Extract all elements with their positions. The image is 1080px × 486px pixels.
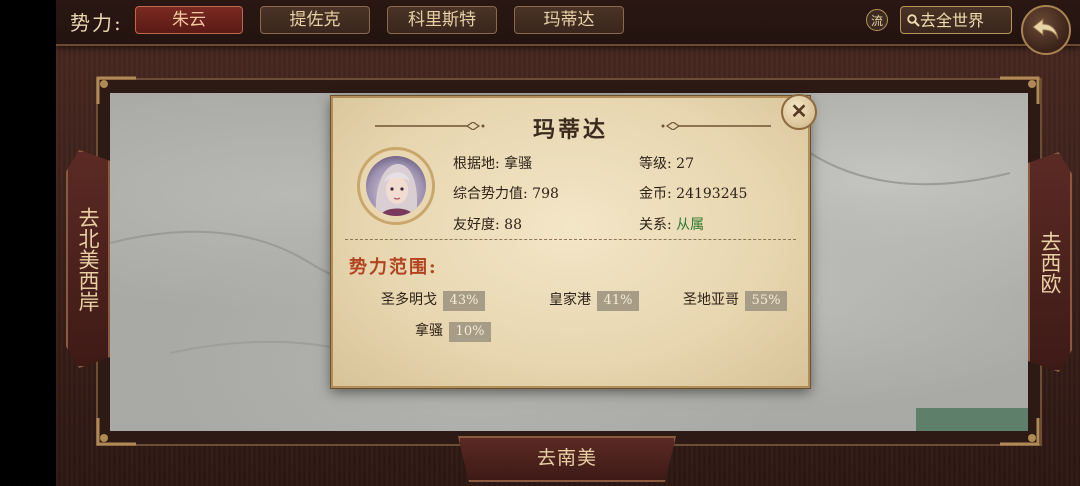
- region-item: 圣多明戈 43%: [381, 289, 485, 311]
- search-icon: [907, 8, 920, 35]
- friendship-label: 友好度:: [453, 217, 500, 233]
- level-value: 27: [676, 156, 694, 172]
- corner-ornament-tl: [96, 76, 136, 104]
- faction-label: 势力:: [70, 11, 123, 35]
- friendship-value: 88: [504, 217, 522, 233]
- gold-row: 金币: 24193245: [639, 183, 747, 203]
- level-label: 等级:: [639, 156, 672, 172]
- level-row: 等级: 27: [639, 153, 694, 173]
- go-west-europe-button[interactable]: 去西欧: [1028, 152, 1072, 372]
- region-name: 圣多明戈: [381, 292, 437, 308]
- region-item: 圣地亚哥 55%: [683, 289, 787, 311]
- close-icon: ✕: [790, 99, 808, 123]
- region-name: 圣地亚哥: [683, 292, 739, 308]
- back-button[interactable]: [1021, 5, 1071, 55]
- relation-value: 从属: [676, 217, 705, 233]
- faction-info-popup: 玛蒂达 ✕ 根据地: 拿骚 等级: 27 综合势力值: 798 金币: 2419…: [331, 94, 817, 388]
- close-button[interactable]: ✕: [781, 94, 817, 130]
- base-row: 根据地: 拿骚: [453, 153, 532, 173]
- relation-label: 关系:: [639, 217, 672, 233]
- tab-faction-0[interactable]: 朱云: [135, 6, 243, 34]
- power-label: 综合势力值:: [453, 186, 528, 202]
- friendship-row: 友好度: 88: [453, 214, 522, 234]
- region-percent: 55%: [745, 291, 787, 311]
- liu-button[interactable]: 流: [866, 9, 888, 31]
- go-north-america-west-button[interactable]: 去北美西岸: [66, 150, 110, 368]
- base-label: 根据地:: [453, 156, 500, 172]
- region-percent: 43%: [443, 291, 485, 311]
- corner-ornament-bl: [96, 418, 136, 446]
- region-item: 拿骚 10%: [415, 320, 491, 342]
- base-value: 拿骚: [504, 156, 533, 172]
- region-name: 皇家港: [549, 292, 591, 308]
- go-south-america-button[interactable]: 去南美: [458, 436, 676, 482]
- tab-faction-2[interactable]: 科里斯特: [387, 6, 497, 34]
- gold-label: 金币:: [639, 186, 672, 202]
- region-percent: 41%: [597, 291, 639, 311]
- region-item: 皇家港 41%: [549, 289, 639, 311]
- tab-faction-3[interactable]: 玛蒂达: [514, 6, 624, 34]
- go-world-label: 去全世界: [920, 11, 985, 30]
- tab-faction-1[interactable]: 提佐克: [260, 6, 370, 34]
- avatar-frame: [357, 147, 435, 225]
- gold-value: 24193245: [676, 186, 748, 202]
- power-value: 798: [532, 186, 559, 202]
- title-ornament-right: [661, 122, 771, 130]
- go-world-button[interactable]: 去全世界: [900, 6, 1012, 34]
- divider: [345, 239, 796, 240]
- return-arrow-icon: [1031, 17, 1061, 47]
- influence-range-title: 势力范围:: [349, 257, 438, 278]
- region-name: 拿骚: [415, 323, 443, 339]
- region-percent: 10%: [449, 322, 491, 342]
- power-row: 综合势力值: 798: [453, 183, 559, 203]
- avatar: [366, 156, 426, 216]
- corner-ornament-br: [1000, 418, 1040, 446]
- corner-ornament-tr: [1000, 76, 1040, 104]
- relation-row: 关系: 从属: [639, 214, 704, 234]
- left-edge: [0, 0, 56, 486]
